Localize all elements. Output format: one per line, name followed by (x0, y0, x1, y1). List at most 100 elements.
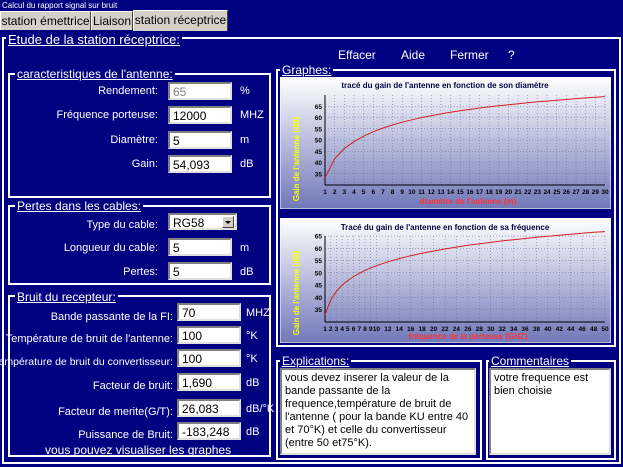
c2-x-tick-label: 44 (567, 326, 575, 333)
type-cable-select[interactable]: RG58 (168, 213, 237, 230)
c1-y-tick-label: 50 (315, 138, 323, 145)
c2-y-tick-label: 55 (315, 258, 323, 265)
c1-x-tick-label: 25 (553, 189, 561, 196)
temp-conv-unit: °K (246, 353, 258, 365)
diametre-field[interactable]: 5 (168, 131, 232, 149)
c2-x-tick-label: 42 (556, 326, 564, 333)
temp-conv-field[interactable]: 100 (177, 349, 241, 367)
c1-x-tick-label: 1 (323, 189, 327, 196)
c1-x-tick-label: 14 (447, 189, 455, 196)
pertes-label: Pertes: (123, 266, 158, 278)
facteur-merite-field[interactable]: 26,083 (177, 399, 241, 417)
c2-x-tick-label: 10 (373, 326, 381, 333)
c1-x-tick-label: 8 (391, 189, 395, 196)
noise-group-title: Bruit du recepteur: (15, 290, 118, 304)
graphs-group-title: Graphes: (280, 63, 334, 77)
gain-field[interactable]: 54,093 (168, 155, 232, 173)
c1-y-tick-label: 55 (315, 126, 323, 133)
tab-station-emettrice[interactable]: station émettrice (0, 11, 91, 30)
bande-field[interactable]: 70 (177, 303, 241, 321)
visualize-graphs-link[interactable]: vous pouvez visualiser les graphes (45, 443, 231, 457)
chart-gain-vs-frequency-background (280, 218, 611, 343)
frequence-unit: MHZ (240, 109, 264, 121)
effacer-button[interactable]: Effacer (338, 48, 376, 62)
bande-label: Bande passante de la FI: (50, 311, 173, 323)
pertes-unit: dB (240, 266, 254, 278)
c1-x-tick-label: 3 (342, 189, 346, 196)
facteur-merite-label: Facteur de merite(G/T): (58, 406, 173, 418)
chart-1-ylabel: Gain de l'antenne (dB) (292, 116, 301, 201)
c2-x-tick-label: 12 (384, 326, 392, 333)
longueur-field[interactable]: 5 (168, 238, 232, 256)
c1-x-tick-label: 12 (428, 189, 436, 196)
facteur-bruit-field[interactable]: 1,690 (177, 373, 241, 391)
temp-antenne-field[interactable]: 100 (177, 326, 241, 344)
c1-x-tick-label: 4 (352, 189, 356, 196)
c2-y-tick-label: 65 (315, 234, 323, 241)
c2-x-tick-label: 3 (335, 326, 339, 333)
c2-x-tick-label: 8 (363, 326, 367, 333)
c2-x-tick-label: 46 (579, 326, 587, 333)
fermer-button[interactable]: Fermer (450, 48, 489, 62)
c2-y-tick-label: 60 (315, 246, 323, 253)
chart-1-title: tracé du gain de l'antenne en fonction d… (341, 81, 549, 90)
rendement-unit: % (240, 85, 250, 97)
explications-title: Explications: (280, 354, 352, 368)
chart-gain-vs-diameter-background (280, 77, 611, 209)
chart-gain-vs-diameter: tracé du gain de l'antenne en fonction d… (280, 77, 611, 209)
facteur-merite-unit: dB/°K (246, 403, 275, 415)
diametre-unit: m (240, 134, 250, 146)
help-button[interactable]: ? (508, 48, 515, 62)
facteur-bruit-unit: dB (246, 377, 260, 389)
antenna-group-title: caracteristiques de l'antenne: (15, 67, 175, 81)
window-title: Calcul du rapport signal sur bruit (0, 0, 623, 11)
c1-x-tick-label: 20 (505, 189, 513, 196)
c2-x-tick-label: 1 (323, 326, 327, 333)
gain-label: Gain: (131, 158, 158, 170)
c1-x-tick-label: 22 (524, 189, 532, 196)
c2-x-tick-label: 4 (340, 326, 344, 333)
facteur-bruit-label: Facteur de bruit: (92, 380, 173, 392)
frequence-field[interactable]: 12000 (168, 106, 232, 124)
explications-textarea[interactable]: vous devez inserer la valeur de la bande… (280, 368, 476, 455)
c1-x-tick-label: 29 (592, 189, 600, 196)
puissance-bruit-field[interactable]: -183,248 (177, 422, 241, 440)
commentaires-textarea[interactable]: votre frequence est bien choisie (489, 368, 611, 455)
puissance-bruit-unit: dB (246, 426, 260, 438)
c2-x-tick-label: 50 (601, 326, 609, 333)
c1-x-tick-label: 5 (362, 189, 366, 196)
cables-group-title: Pertes dans les cables: (15, 199, 144, 213)
chart-2-ylabel: Gain de l'antenne (dB) (292, 250, 301, 335)
pertes-field[interactable]: 5 (168, 262, 232, 280)
c1-x-tick-label: 24 (543, 189, 551, 196)
c1-y-tick-label: 60 (315, 115, 323, 122)
frequence-label: Fréquence porteuse: (56, 109, 158, 121)
chevron-down-icon[interactable] (222, 216, 234, 228)
chart-2-title: Tracé du gain de l'antenne en fonction d… (341, 223, 550, 232)
type-cable-value: RG58 (173, 216, 205, 230)
rendement-field[interactable]: 65 (168, 82, 232, 100)
type-cable-label: Type du cable: (86, 219, 158, 231)
c1-x-tick-label: 27 (572, 189, 580, 196)
c1-y-tick-label: 40 (315, 160, 323, 167)
c1-x-tick-label: 26 (563, 189, 571, 196)
c1-x-tick-label: 6 (371, 189, 375, 196)
puissance-bruit-label: Puissance de Bruit: (78, 429, 173, 441)
c2-x-tick-label: 5 (346, 326, 350, 333)
tab-station-receptrice[interactable]: station réceptrice (133, 10, 228, 31)
c1-y-tick-label: 35 (315, 171, 323, 178)
c2-x-tick-label: 48 (590, 326, 598, 333)
c2-x-tick-label: 2 (329, 326, 333, 333)
c1-x-tick-label: 21 (514, 189, 522, 196)
c1-y-tick-label: 65 (315, 104, 323, 111)
c1-x-tick-label: 13 (437, 189, 445, 196)
main-frame-title: Etude de la station réceptrice: (6, 32, 182, 47)
c1-x-tick-label: 2 (333, 189, 337, 196)
longueur-label: Longueur du cable: (63, 242, 158, 254)
aide-button[interactable]: Aide (401, 48, 425, 62)
c1-x-tick-label: 7 (381, 189, 385, 196)
c2-y-tick-label: 50 (315, 270, 323, 277)
c1-x-tick-label: 23 (534, 189, 542, 196)
c2-y-tick-label: 35 (315, 307, 323, 314)
tab-liaison[interactable]: Liaison (91, 11, 133, 30)
